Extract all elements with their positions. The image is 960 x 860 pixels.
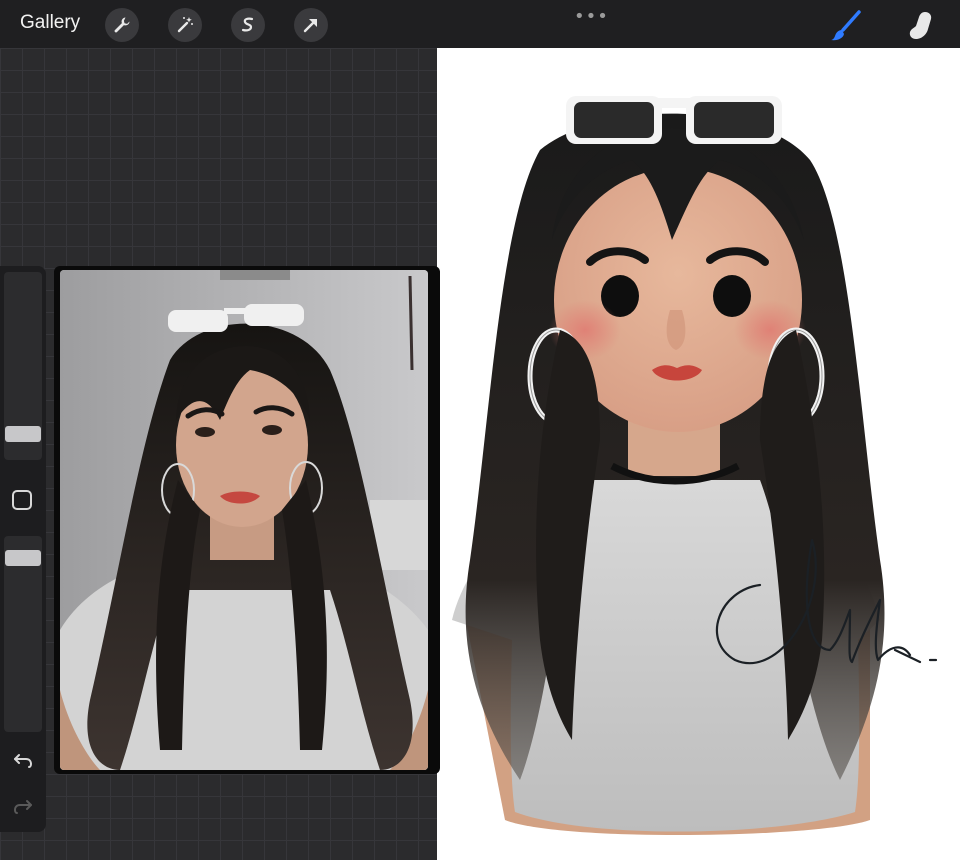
reference-window[interactable] — [54, 266, 440, 774]
wrench-icon — [114, 17, 130, 33]
transform-button[interactable] — [294, 8, 328, 42]
redo-button[interactable] — [11, 794, 35, 818]
reference-photo-image — [60, 270, 428, 770]
magic-wand-icon — [177, 17, 193, 33]
smudge-tool-button[interactable] — [898, 6, 942, 46]
opacity-slider[interactable] — [4, 536, 42, 732]
selection-button[interactable] — [231, 8, 265, 42]
cartoon-portrait — [452, 96, 938, 836]
brush-size-slider[interactable] — [4, 272, 42, 460]
reference-photo — [60, 270, 428, 770]
adjustments-button[interactable] — [168, 8, 202, 42]
sidebar — [0, 266, 46, 832]
more-options-handle[interactable]: ••• — [574, 6, 609, 27]
brush-size-thumb[interactable] — [5, 426, 41, 442]
drawing-canvas[interactable] — [437, 48, 960, 860]
redo-icon — [13, 800, 32, 814]
gallery-button[interactable]: Gallery — [20, 12, 80, 34]
brush-tool-button[interactable] — [826, 6, 866, 46]
undo-button[interactable] — [11, 748, 35, 772]
arrow-cursor-icon — [303, 19, 317, 33]
selection-s-icon — [241, 17, 254, 32]
actions-button[interactable] — [105, 8, 139, 42]
modify-button[interactable] — [12, 490, 32, 510]
top-toolbar: Gallery ••• — [0, 0, 960, 48]
undo-icon — [14, 754, 33, 768]
brush-icon — [831, 10, 861, 41]
smudge-finger-icon — [909, 12, 932, 39]
opacity-thumb[interactable] — [5, 550, 41, 566]
